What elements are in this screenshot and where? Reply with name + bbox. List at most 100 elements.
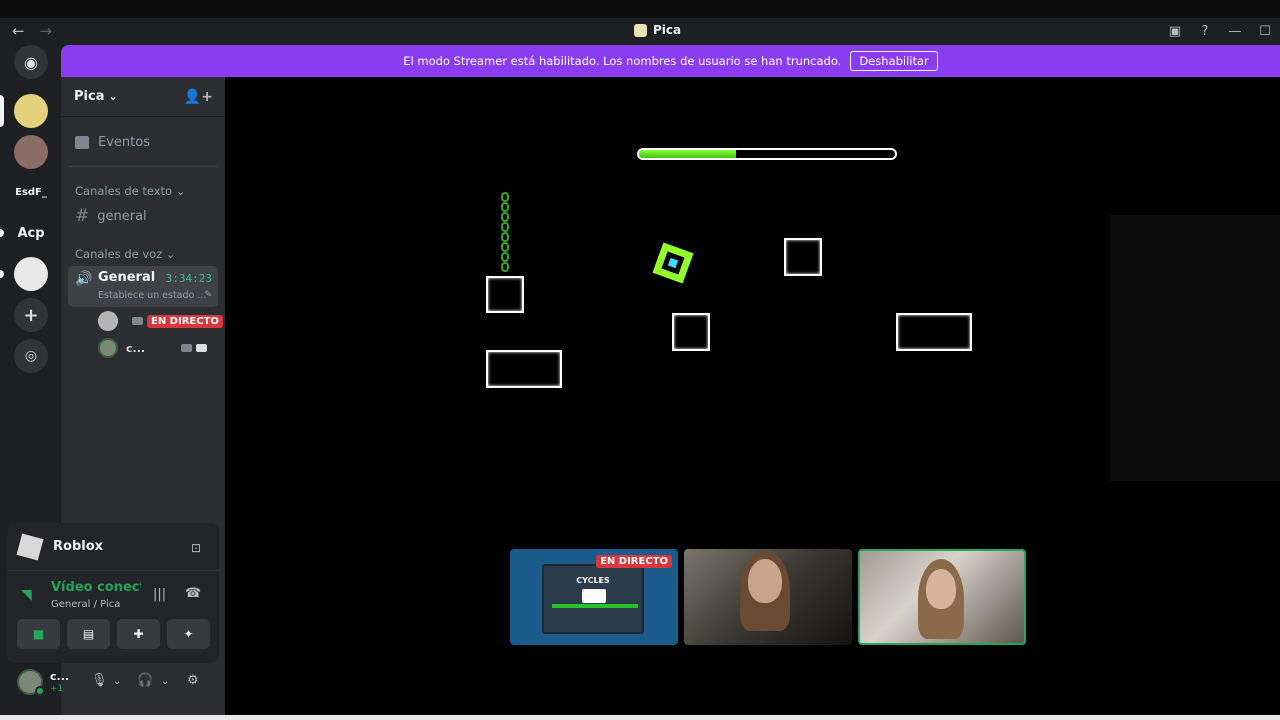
call-actions: ■ ▤ ✚ ✦ <box>17 619 210 649</box>
headphones-icon[interactable]: 🎧 <box>137 673 153 688</box>
add-server-icon[interactable]: + <box>14 298 48 332</box>
window-controls: ▣ ? — ☐ <box>1160 20 1280 42</box>
os-top-strip <box>0 0 1280 18</box>
minimize-icon[interactable]: — <box>1220 20 1250 42</box>
forward-arrow-icon[interactable]: → <box>39 22 52 40</box>
connection-status: ◥ Vídeo conectado General / Pica ||| ☎ <box>7 573 219 615</box>
game-block <box>896 313 972 351</box>
gear-icon[interactable]: ⚙ <box>187 673 199 688</box>
hash-icon: # <box>75 206 90 226</box>
camera-icon <box>132 317 143 325</box>
server-icon <box>634 23 647 37</box>
channel-general[interactable]: # general <box>75 206 147 226</box>
banner-text: El modo Streamer está habilitado. Los no… <box>403 54 842 68</box>
avatar <box>98 311 118 331</box>
live-badge: EN DIRECTO <box>596 555 672 568</box>
chevron-down-icon[interactable]: ⌄ <box>161 676 169 687</box>
window-title: Pica <box>634 23 681 37</box>
game-preview: CYCLES <box>542 564 644 634</box>
chevron-down-icon[interactable]: ⌄ <box>113 676 121 687</box>
chevron-down-icon: ⌄ <box>108 90 118 103</box>
game-block <box>486 276 524 313</box>
roblox-icon <box>16 533 44 560</box>
unread-pill <box>0 270 4 278</box>
voice-timer: 3:34:23 <box>165 272 212 285</box>
voice-channel-general[interactable]: 🔊 General 3:34:23 Establece un estado ..… <box>68 266 218 307</box>
window-title-text: Pica <box>653 23 682 37</box>
connection-label[interactable]: Vídeo conectado <box>51 580 141 595</box>
voice-status[interactable]: Establece un estado ... <box>98 290 206 301</box>
server-esdf[interactable]: EsdF_ <box>14 175 48 209</box>
chain-decoration <box>501 192 509 275</box>
voice-category[interactable]: Canales de voz ⌄ <box>75 247 176 261</box>
microphone-icon[interactable]: 🎙 <box>91 673 108 688</box>
share-screen-button[interactable]: ▤ <box>67 619 110 649</box>
text-category[interactable]: Canales de texto ⌄ <box>75 184 185 198</box>
bottom-strip <box>0 715 1280 720</box>
avatar <box>98 338 118 358</box>
user-name[interactable]: c... <box>50 670 69 683</box>
participant-tiles: CYCLES EN DIRECTO <box>510 549 1026 645</box>
nav-controls: ← → <box>12 22 62 40</box>
voice-user-1[interactable]: EN DIRECTO <box>98 311 223 331</box>
disconnect-icon[interactable]: ☎ <box>185 586 201 601</box>
server-avatar-2[interactable] <box>14 135 48 169</box>
game-block <box>486 350 562 388</box>
connection-location[interactable]: General / Pica <box>51 599 120 610</box>
maximize-icon[interactable]: ☐ <box>1250 20 1280 42</box>
camera-icon <box>181 344 193 352</box>
inbox-icon[interactable]: ▣ <box>1160 20 1190 42</box>
person-face <box>748 559 782 603</box>
server-avatar-1[interactable] <box>14 94 48 128</box>
text-category-label: Canales de texto <box>75 184 173 198</box>
back-arrow-icon[interactable]: ← <box>12 22 25 40</box>
activity-name: Roblox <box>53 539 104 554</box>
online-status-icon <box>35 686 45 696</box>
hidden-participant-panel <box>1110 215 1280 481</box>
server-header[interactable]: Pica ⌄ 👤+ <box>61 77 225 117</box>
voice-user-name: c... <box>126 341 146 355</box>
disable-streamer-button[interactable]: Deshabilitar <box>850 51 938 71</box>
signal-icon[interactable]: ◥ <box>21 587 32 603</box>
title-bar: ← → Pica ▣ ? — ☐ <box>0 18 1280 45</box>
screen-share-icon[interactable]: ⊡ <box>191 541 201 555</box>
noise-suppression-icon[interactable]: ||| <box>153 587 166 602</box>
game-title: CYCLES <box>576 576 610 585</box>
activity-row[interactable]: Roblox ⊡ <box>7 523 219 571</box>
channel-label: general <box>97 208 147 224</box>
speaker-icon: 🔊 <box>75 271 93 287</box>
help-icon[interactable]: ? <box>1190 20 1220 42</box>
soundboard-button[interactable]: ✦ <box>167 619 210 649</box>
streamer-mode-banner: El modo Streamer está habilitado. Los no… <box>61 45 1280 77</box>
camera-button[interactable]: ■ <box>17 619 60 649</box>
user-activity: +1 <box>50 684 64 694</box>
explore-icon[interactable]: ◎ <box>14 339 48 373</box>
server-avatar-3[interactable] <box>14 257 48 291</box>
game-bar <box>552 604 638 608</box>
activities-button[interactable]: ✚ <box>117 619 160 649</box>
webcam-tile-speaking[interactable] <box>858 549 1026 645</box>
voice-panel: Roblox ⊡ ◥ Vídeo conectado General / Pic… <box>7 523 219 663</box>
game-block <box>784 238 822 276</box>
divider <box>69 166 217 167</box>
events-label: Eventos <box>98 135 150 150</box>
server-name: Pica <box>74 89 105 104</box>
progress-fill <box>639 150 737 158</box>
discord-home-icon[interactable]: ◉ <box>14 45 48 79</box>
calendar-icon <box>75 136 89 149</box>
unread-pill <box>0 229 4 237</box>
stream-tile[interactable]: CYCLES EN DIRECTO <box>510 549 678 645</box>
person-face <box>926 569 956 609</box>
game-block <box>672 313 710 351</box>
game-play-button <box>582 589 606 603</box>
invite-icon[interactable]: 👤+ <box>184 89 213 105</box>
player-cube <box>652 242 694 284</box>
selected-server-pill <box>0 95 4 127</box>
voice-user-2[interactable]: c... <box>98 338 208 358</box>
stream-stage[interactable]: CYCLES EN DIRECTO <box>225 77 1280 715</box>
voice-category-label: Canales de voz <box>75 247 163 261</box>
pencil-icon[interactable]: ✎ <box>204 290 212 300</box>
webcam-tile[interactable] <box>684 549 852 645</box>
server-acp[interactable]: Acp <box>14 216 48 250</box>
events-item[interactable]: Eventos <box>75 135 150 150</box>
